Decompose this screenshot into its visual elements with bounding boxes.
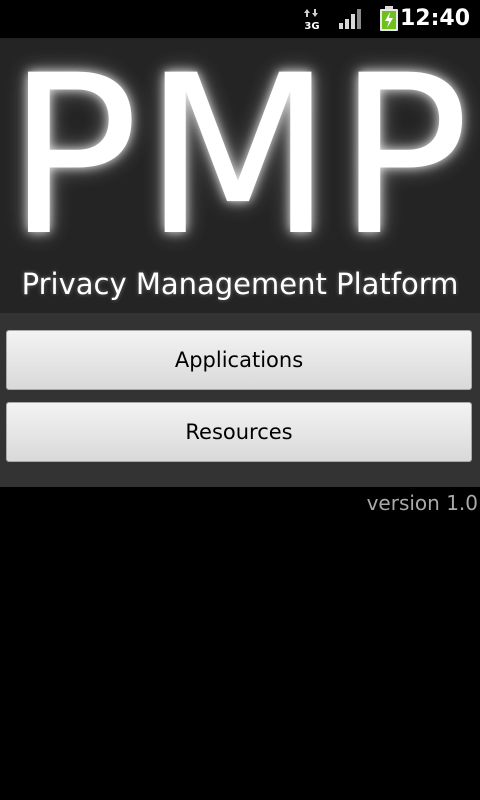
data-arrows-icon: 3G (304, 9, 320, 30)
battery-charging-icon (380, 6, 398, 31)
status-bar: 3G 12:40 (0, 0, 480, 38)
app-logo: PMP (6, 38, 474, 258)
signal-icon (339, 9, 361, 29)
button-panel: Applications Resources (0, 313, 480, 487)
version-label: version 1.0 (366, 491, 478, 515)
status-clock: 12:40 (399, 6, 470, 31)
applications-button[interactable]: Applications (6, 330, 472, 390)
resources-button[interactable]: Resources (6, 402, 472, 462)
network-type-label: 3G (304, 21, 319, 30)
screen: 3G 12:40 PMP Privacy Management Platform… (0, 0, 480, 800)
app-header: PMP Privacy Management Platform (0, 38, 480, 313)
app-subtitle: Privacy Management Platform (21, 267, 459, 301)
